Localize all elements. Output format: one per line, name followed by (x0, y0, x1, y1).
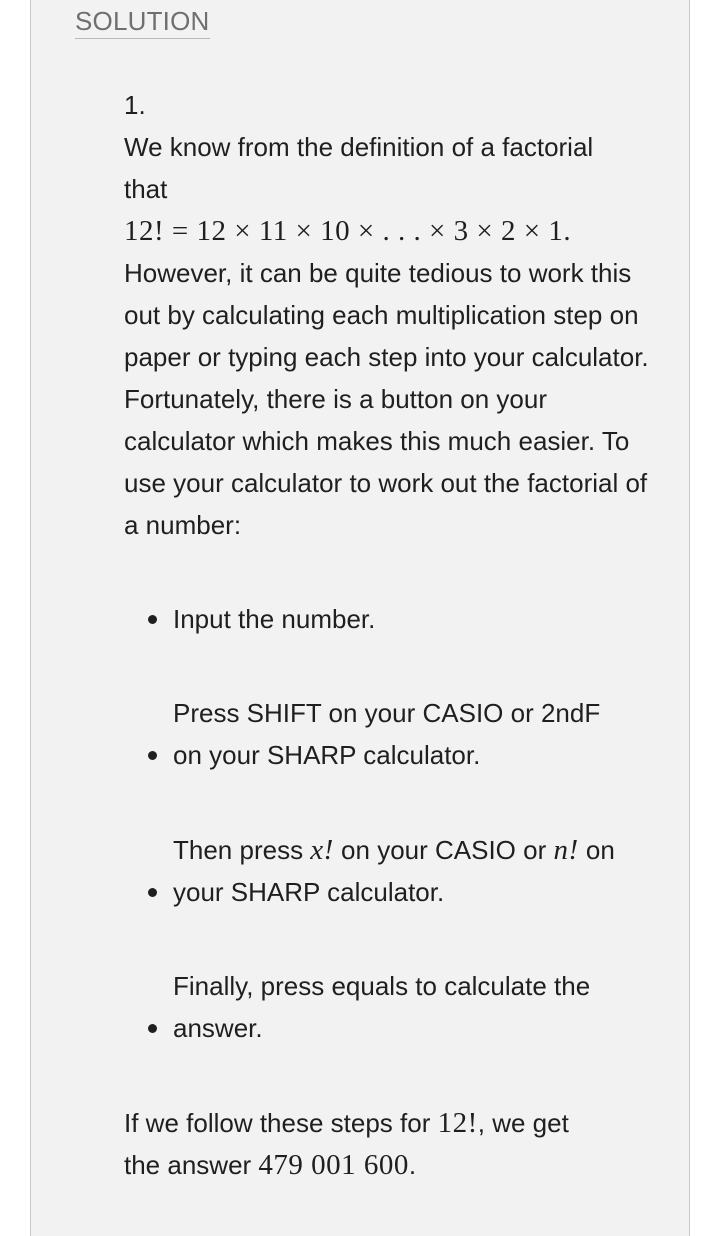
step-text-line-1: Then press x! on your CASIO or n! on (173, 829, 673, 871)
step-text-line-1: Finally, press equals to calculate the (173, 971, 591, 1001)
solution-heading: SOLUTION (75, 6, 210, 39)
intro-line-2: that (124, 174, 168, 204)
step-text-line-1: Press SHIFT on your CASIO or 2ndF (173, 698, 601, 728)
intro-line-1: We know from the definition of a factori… (124, 132, 594, 162)
math-x-factorial: x! (310, 834, 334, 866)
step-mid: on your CASIO or (333, 835, 554, 865)
conclusion-line-2: the answer 479 001 600. (124, 1149, 417, 1181)
math-12-factorial: 12! (437, 1107, 478, 1139)
step-text: Input the number. (173, 604, 376, 634)
step-pre: Then press (173, 835, 311, 865)
bullet-dot (148, 1024, 157, 1033)
bullet-dot (148, 615, 157, 624)
step-text-line-2: answer. (173, 1013, 263, 1043)
intro-body: However, it can be quite tedious to work… (124, 258, 649, 540)
item-number: 1. (124, 90, 146, 120)
bullet-dot (148, 751, 157, 760)
math-n-factorial: n! (553, 834, 579, 866)
step-post: on (578, 835, 615, 865)
step-text-line-2: your SHARP calculator. (173, 877, 445, 907)
step-text-line-2: on your SHARP calculator. (173, 740, 481, 770)
conclusion-line-1: If we follow these steps for 12!, we get (124, 1107, 569, 1139)
factorial-formula: 12! = 12 × 11 × 10 × . . . × 3 × 2 × 1. (124, 215, 572, 247)
answer-value: 479 001 600 (258, 1149, 409, 1181)
bullet-dot (148, 888, 157, 897)
